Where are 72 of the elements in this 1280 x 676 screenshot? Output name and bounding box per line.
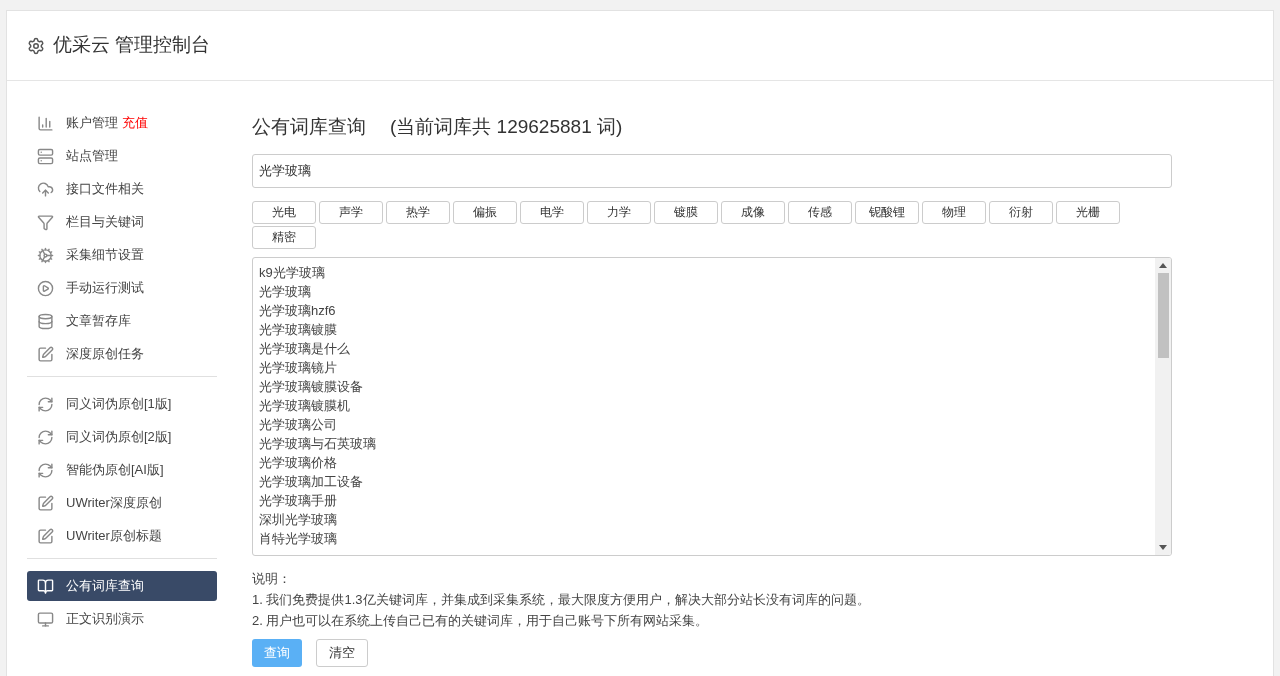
result-line: 光学玻璃公司: [259, 415, 337, 434]
tag-button[interactable]: 偏振: [453, 200, 517, 224]
tag-button[interactable]: 衍射: [989, 200, 1053, 224]
settings-icon: [27, 36, 45, 55]
tag-button[interactable]: 热学: [386, 200, 450, 224]
tag-button[interactable]: 镀膜: [654, 200, 718, 224]
result-line: 光学玻璃手册: [259, 491, 337, 510]
bar-chart-icon: [37, 114, 54, 132]
tag-button[interactable]: 电学: [520, 200, 584, 224]
result-line: 光学玻璃镀膜: [259, 320, 337, 339]
result-line: k9光学玻璃: [259, 263, 325, 282]
result-line: 肖特光学玻璃: [259, 529, 337, 548]
result-line: 光学玻璃是什么: [259, 339, 350, 358]
book-icon: [37, 577, 54, 595]
monitor-icon: [37, 610, 54, 628]
tag-button[interactable]: 精密: [252, 225, 316, 249]
search-field[interactable]: 光学玻璃: [252, 153, 1172, 188]
refresh-icon: [37, 395, 54, 413]
sidebar-item[interactable]: 公有词库查询: [27, 571, 217, 601]
tag-button[interactable]: 光栅: [1056, 200, 1120, 224]
scroll-up-icon[interactable]: [1159, 262, 1167, 268]
note-text: 1. 我们免费提供1.3亿关键词库，并集成到采集系统，最大限度方便用户，解决大部分站长没有词库的问题。: [252, 590, 870, 609]
result-line: 光学玻璃与石英玻璃: [259, 434, 376, 453]
tag-button[interactable]: 成像: [721, 200, 785, 224]
scroll-down-icon[interactable]: [1159, 544, 1167, 550]
result-line: 光学玻璃: [259, 282, 311, 301]
sidebar-item[interactable]: 文章暂存库: [27, 306, 217, 336]
sidebar-item[interactable]: 站点管理: [27, 141, 217, 171]
sidebar-item[interactable]: UWriter深度原创: [27, 488, 217, 518]
refresh-icon: [37, 461, 54, 479]
edit-icon: [37, 527, 54, 545]
database-icon: [37, 312, 54, 330]
sidebar-item[interactable]: 同义词伪原创[1版]: [27, 389, 217, 419]
result-line: 光学玻璃镀膜设备: [259, 377, 363, 396]
refresh-icon: [37, 428, 54, 446]
sidebar-item[interactable]: 接口文件相关: [27, 174, 217, 204]
edit-icon: [37, 345, 54, 363]
tag-button[interactable]: 光电: [252, 200, 316, 224]
tag-button[interactable]: 声学: [319, 200, 383, 224]
tag-button[interactable]: 传感: [788, 200, 852, 224]
tag-button[interactable]: 铌酸锂: [855, 200, 919, 224]
result-line: 光学玻璃价格: [259, 453, 337, 472]
result-line: 光学玻璃加工设备: [259, 472, 363, 491]
clear-button[interactable]: 清空: [316, 638, 368, 667]
sidebar-item[interactable]: 栏目与关键词: [27, 207, 217, 237]
result-line: 深圳光学玻璃: [259, 510, 337, 529]
tag-button[interactable]: 物理: [922, 200, 986, 224]
server-icon: [37, 147, 54, 165]
cloud-upload-icon: [37, 180, 54, 198]
notes-title: 说明：: [252, 569, 291, 588]
scrollbar[interactable]: [1155, 257, 1171, 555]
sidebar-item[interactable]: 深度原创任务: [27, 339, 217, 369]
sidebar-item[interactable]: UWriter原创标题: [27, 521, 217, 551]
note-text: 2. 用户也可以在系统上传自己已有的关键词库，用于自己账号下所有网站采集。: [252, 611, 709, 630]
sidebar-item[interactable]: 手动运行测试: [27, 273, 217, 303]
gears-icon: [37, 246, 54, 264]
result-line: 光学玻璃hzf6: [259, 301, 336, 320]
sidebar-item[interactable]: 采集细节设置: [27, 240, 217, 270]
tag-button[interactable]: 力学: [587, 200, 651, 224]
sidebar-item[interactable]: 正文识别演示: [27, 604, 217, 634]
filter-icon: [37, 213, 54, 231]
word-count: (当前词库共 129625881 词): [390, 115, 623, 139]
result-line: 光学玻璃镀膜机: [259, 396, 350, 415]
edit-icon: [37, 494, 54, 512]
play-icon: [37, 279, 54, 297]
page-title: 公有词库查询: [252, 115, 366, 139]
sidebar-item[interactable]: 同义词伪原创[2版]: [27, 422, 217, 452]
scrollbar-thumb[interactable]: [1157, 272, 1169, 358]
result-line: 光学玻璃镜片: [259, 358, 337, 377]
sidebar-item[interactable]: 账户管理 充值: [27, 108, 217, 138]
app-title: 优采云 管理控制台: [53, 33, 211, 58]
sidebar-item[interactable]: 智能伪原创[AI版]: [27, 455, 217, 485]
